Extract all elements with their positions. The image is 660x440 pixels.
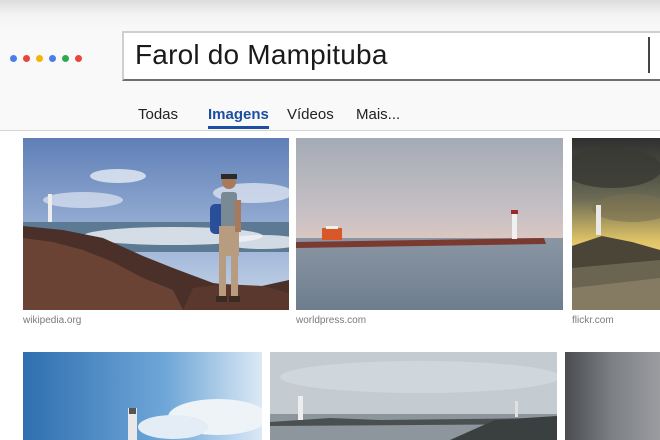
image-thumbnail-sunset[interactable] [572, 138, 660, 310]
search-box-edge [648, 37, 660, 73]
tab-more[interactable]: Mais... [356, 106, 400, 123]
logo-dot [10, 55, 17, 62]
logo-dot [75, 55, 82, 62]
logo-dot [36, 55, 43, 62]
image-thumbnail-pier[interactable] [296, 138, 563, 310]
image-thumbnail-hiker[interactable] [23, 138, 289, 310]
image-source[interactable]: wikipedia.org [23, 315, 81, 326]
image-thumbnail-blue-sky[interactable] [23, 352, 262, 440]
tab-images[interactable]: Imagens [208, 106, 269, 129]
logo-dot [49, 55, 56, 62]
app-logo-dots [10, 55, 82, 62]
image-thumbnail-grey-sky[interactable] [565, 352, 660, 440]
search-input[interactable]: Farol do Mampituba [135, 39, 388, 71]
tab-videos[interactable]: Vídeos [287, 106, 334, 123]
logo-dot [23, 55, 30, 62]
logo-dot [62, 55, 69, 62]
image-thumbnail-jetty[interactable] [270, 352, 557, 440]
tab-all[interactable]: Todas [138, 106, 178, 123]
image-source[interactable]: worldpress.com [296, 315, 366, 326]
image-source[interactable]: flickr.com [572, 315, 614, 326]
